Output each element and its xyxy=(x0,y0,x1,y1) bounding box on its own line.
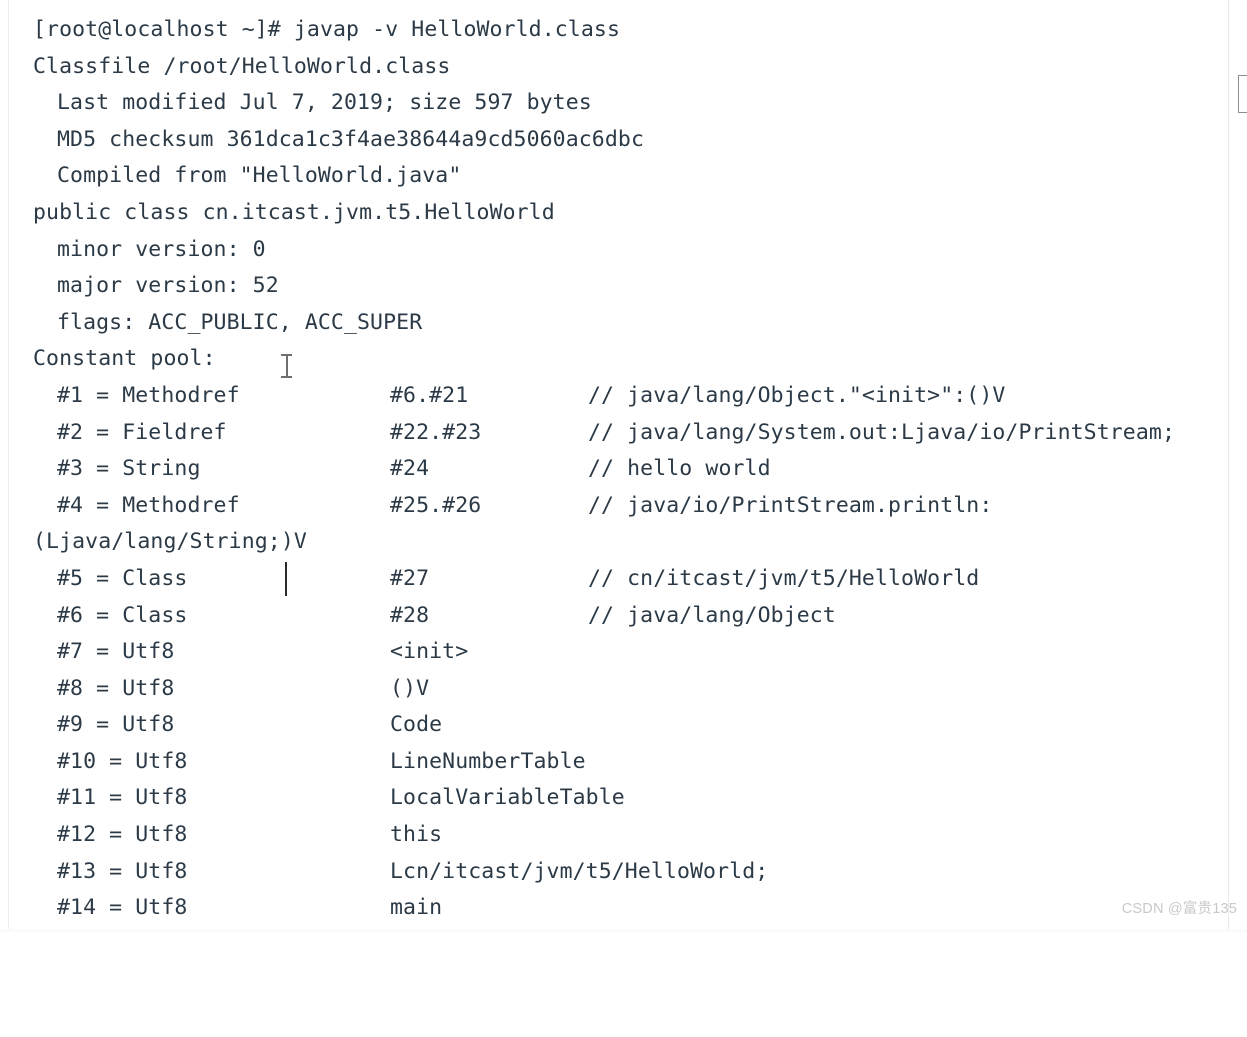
major-version-text: major version: 52 xyxy=(57,273,279,299)
cp-entry-1-comment: // java/lang/Object."<init>":()V xyxy=(588,382,1006,408)
cp-entry-5-comment: // cn/itcast/jvm/t5/HelloWorld xyxy=(588,565,980,591)
cp-entry-3-name: #3 = String xyxy=(57,456,201,482)
cp-entry-13-ref: Lcn/itcast/jvm/t5/HelloWorld; xyxy=(390,858,769,884)
cp-entry-9-name: #9 = Utf8 xyxy=(57,712,175,738)
cp-entry-4-comment: // java/io/PrintStream.println: xyxy=(588,492,993,518)
cp-entry-9-ref: Code xyxy=(390,712,443,738)
constant-pool-row: #5 = Class #27 // cn/itcast/jvm/t5/Hello… xyxy=(0,561,1247,598)
terminal-line-constant-pool-label: Constant pool: xyxy=(0,341,1247,378)
cp-entry-6-ref: #28 xyxy=(390,602,430,628)
cp-entry-14-name: #14 = Utf8 xyxy=(57,895,188,921)
constant-pool-row: #2 = Fieldref #22.#23 // java/lang/Syste… xyxy=(0,415,1247,452)
cp-entry-10-name: #10 = Utf8 xyxy=(57,748,188,774)
cp-entry-2-name: #2 = Fieldref xyxy=(57,419,227,445)
terminal-line-classfile: Classfile /root/HelloWorld.class xyxy=(0,49,1247,86)
constant-pool-row: #14 = Utf8 main xyxy=(0,890,1247,927)
cp-entry-14-ref: main xyxy=(390,895,443,921)
cp-entry-5-ref: #27 xyxy=(390,565,430,591)
cp-entry-11-name: #11 = Utf8 xyxy=(57,785,188,811)
cp-entry-3-comment: // hello world xyxy=(588,456,771,482)
constant-pool-row: #7 = Utf8 <init> xyxy=(0,634,1247,671)
constant-pool-row: #4 = Methodref #25.#26 // java/io/PrintS… xyxy=(0,488,1247,525)
cp-entry-2-comment: // java/lang/System.out:Ljava/io/PrintSt… xyxy=(588,419,1175,445)
cp-entry-3-ref: #24 xyxy=(390,456,430,482)
constant-pool-row: #8 = Utf8 ()V xyxy=(0,671,1247,708)
cp-entry-12-ref: this xyxy=(390,822,443,848)
constant-pool-row: #9 = Utf8 Code xyxy=(0,707,1247,744)
md5-checksum-text: MD5 checksum 361dca1c3f4ae38644a9cd5060a… xyxy=(57,126,644,152)
cp-entry-8-name: #8 = Utf8 xyxy=(57,675,175,701)
cp-entry-11-ref: LocalVariableTable xyxy=(390,785,625,811)
terminal-line-flags: flags: ACC_PUBLIC, ACC_SUPER xyxy=(0,305,1247,342)
cp-entry-8-ref: ()V xyxy=(390,675,430,701)
terminal-line-last-modified: Last modified Jul 7, 2019; size 597 byte… xyxy=(0,85,1247,122)
text-insertion-caret xyxy=(285,562,287,596)
constant-pool-row: #1 = Methodref #6.#21 // java/lang/Objec… xyxy=(0,378,1247,415)
cp-entry-4-comment-wrap: (Ljava/lang/String;)V xyxy=(33,529,307,555)
compiled-from-text: Compiled from "HelloWorld.java" xyxy=(57,163,462,189)
cp-entry-6-name: #6 = Class xyxy=(57,602,188,628)
terminal-output-pane[interactable]: [root@localhost ~]# javap -v HelloWorld.… xyxy=(0,0,1247,932)
cp-entry-2-ref: #22.#23 xyxy=(390,419,482,445)
constant-pool-label: Constant pool: xyxy=(33,346,216,372)
class-declaration-text: public class cn.itcast.jvm.t5.HelloWorld xyxy=(33,199,555,225)
console-text-body: [root@localhost ~]# javap -v HelloWorld.… xyxy=(0,12,1247,927)
flags-text: flags: ACC_PUBLIC, ACC_SUPER xyxy=(57,309,423,335)
cp-entry-4-name: #4 = Methodref xyxy=(57,492,240,518)
constant-pool-row: #12 = Utf8 this xyxy=(0,817,1247,854)
constant-pool-row: #10 = Utf8 LineNumberTable xyxy=(0,744,1247,781)
terminal-line-major-version: major version: 52 xyxy=(0,268,1247,305)
cp-entry-1-ref: #6.#21 xyxy=(390,382,469,408)
constant-pool-row: #11 = Utf8 LocalVariableTable xyxy=(0,780,1247,817)
constant-pool-row: #3 = String #24 // hello world xyxy=(0,451,1247,488)
cp-entry-6-comment: // java/lang/Object xyxy=(588,602,836,628)
cp-entry-4-ref: #25.#26 xyxy=(390,492,482,518)
last-modified-text: Last modified Jul 7, 2019; size 597 byte… xyxy=(57,90,592,116)
constant-pool-row-wrapped-continuation: (Ljava/lang/String;)V xyxy=(0,524,1247,561)
minor-version-text: minor version: 0 xyxy=(57,236,266,262)
constant-pool-row: #6 = Class #28 // java/lang/Object xyxy=(0,598,1247,635)
cp-entry-13-name: #13 = Utf8 xyxy=(57,858,188,884)
terminal-line-md5: MD5 checksum 361dca1c3f4ae38644a9cd5060a… xyxy=(0,122,1247,159)
terminal-line-class-decl: public class cn.itcast.jvm.t5.HelloWorld xyxy=(0,195,1247,232)
classfile-text: Classfile /root/HelloWorld.class xyxy=(33,53,451,79)
cp-entry-7-name: #7 = Utf8 xyxy=(57,639,175,665)
terminal-line-compiled-from: Compiled from "HelloWorld.java" xyxy=(0,158,1247,195)
terminal-line-prompt: [root@localhost ~]# javap -v HelloWorld.… xyxy=(0,12,1247,49)
cp-entry-5-name: #5 = Class xyxy=(57,565,188,591)
cp-entry-10-ref: LineNumberTable xyxy=(390,748,586,774)
cp-entry-7-ref: <init> xyxy=(390,639,469,665)
terminal-line-minor-version: minor version: 0 xyxy=(0,232,1247,269)
cp-entry-12-name: #12 = Utf8 xyxy=(57,822,188,848)
csdn-watermark: CSDN @富贵135 xyxy=(1121,901,1237,917)
cp-entry-1-name: #1 = Methodref xyxy=(57,382,240,408)
prompt-command-text: [root@localhost ~]# javap -v HelloWorld.… xyxy=(33,17,620,42)
constant-pool-row: #13 = Utf8 Lcn/itcast/jvm/t5/HelloWorld; xyxy=(0,854,1247,891)
